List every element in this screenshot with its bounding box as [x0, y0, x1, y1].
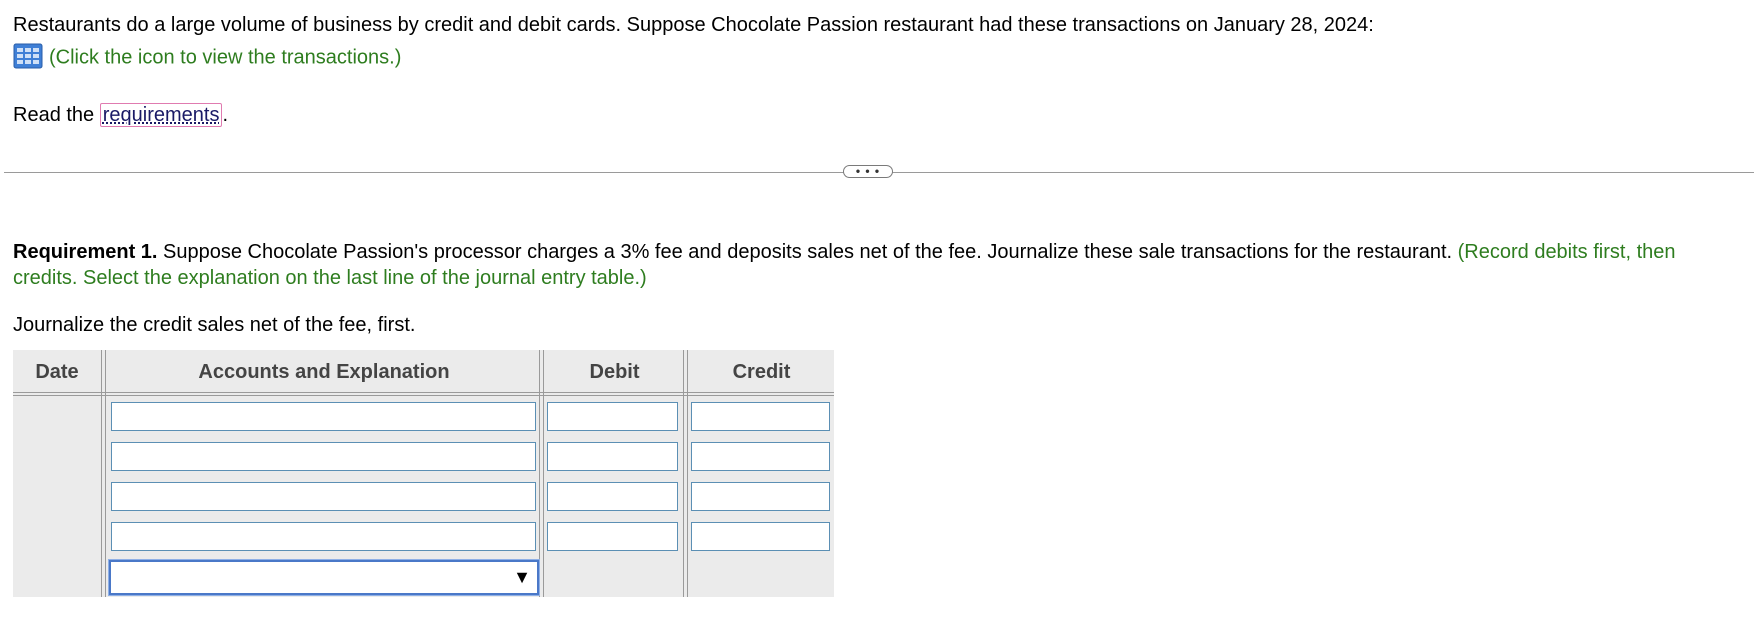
read-requirements-prefix: Read the [13, 104, 100, 126]
credit-input-4[interactable] [691, 522, 830, 551]
account-input-4[interactable] [111, 522, 536, 551]
credit-input-2[interactable] [691, 442, 830, 471]
journal-instruction: Journalize the credit sales net of the f… [13, 314, 416, 336]
requirement-1-text: Suppose Chocolate Passion's processor ch… [157, 241, 1458, 263]
requirement-1-line1: Requirement 1. Suppose Chocolate Passion… [13, 241, 1676, 264]
account-input-3[interactable] [111, 482, 536, 511]
journal-entry-table: Date Accounts and Explanation Debit Cred… [13, 350, 834, 597]
read-requirements-suffix: . [222, 104, 229, 126]
requirement-1-label: Requirement 1. [13, 241, 158, 263]
column-header-accounts: Accounts and Explanation [198, 361, 450, 383]
header-rule [13, 392, 834, 393]
view-transactions-link[interactable]: (Click the icon to view the transactions… [49, 46, 401, 68]
account-input-2[interactable] [111, 442, 536, 471]
column-separator [683, 350, 688, 597]
column-header-date: Date [35, 361, 79, 383]
column-header-debit: Debit [589, 361, 640, 383]
data-table-icon[interactable] [13, 43, 43, 69]
column-header-credit: Credit [732, 361, 791, 383]
requirement-1-hint-1: (Record debits first, then [1457, 241, 1676, 263]
header-rule [13, 395, 834, 396]
debit-input-3[interactable] [547, 482, 678, 511]
credit-input-3[interactable] [691, 482, 830, 511]
account-input-1[interactable] [111, 402, 536, 431]
expand-button[interactable]: • • • [843, 165, 893, 178]
requirements-link[interactable]: requirements [99, 103, 223, 127]
explanation-select[interactable]: ▼ [109, 560, 539, 595]
debit-input-4[interactable] [547, 522, 678, 551]
intro-text: Restaurants do a large volume of busines… [13, 14, 1374, 36]
dropdown-arrow-icon[interactable]: ▼ [513, 567, 531, 588]
column-separator [539, 350, 544, 597]
requirement-1-hint-2: credits. Select the explanation on the l… [13, 267, 647, 289]
credit-input-1[interactable] [691, 402, 830, 431]
debit-input-2[interactable] [547, 442, 678, 471]
column-separator [101, 350, 106, 597]
transactions-row: (Click the icon to view the transactions… [13, 43, 401, 71]
debit-input-1[interactable] [547, 402, 678, 431]
read-requirements-line: Read the requirements. [13, 103, 229, 127]
